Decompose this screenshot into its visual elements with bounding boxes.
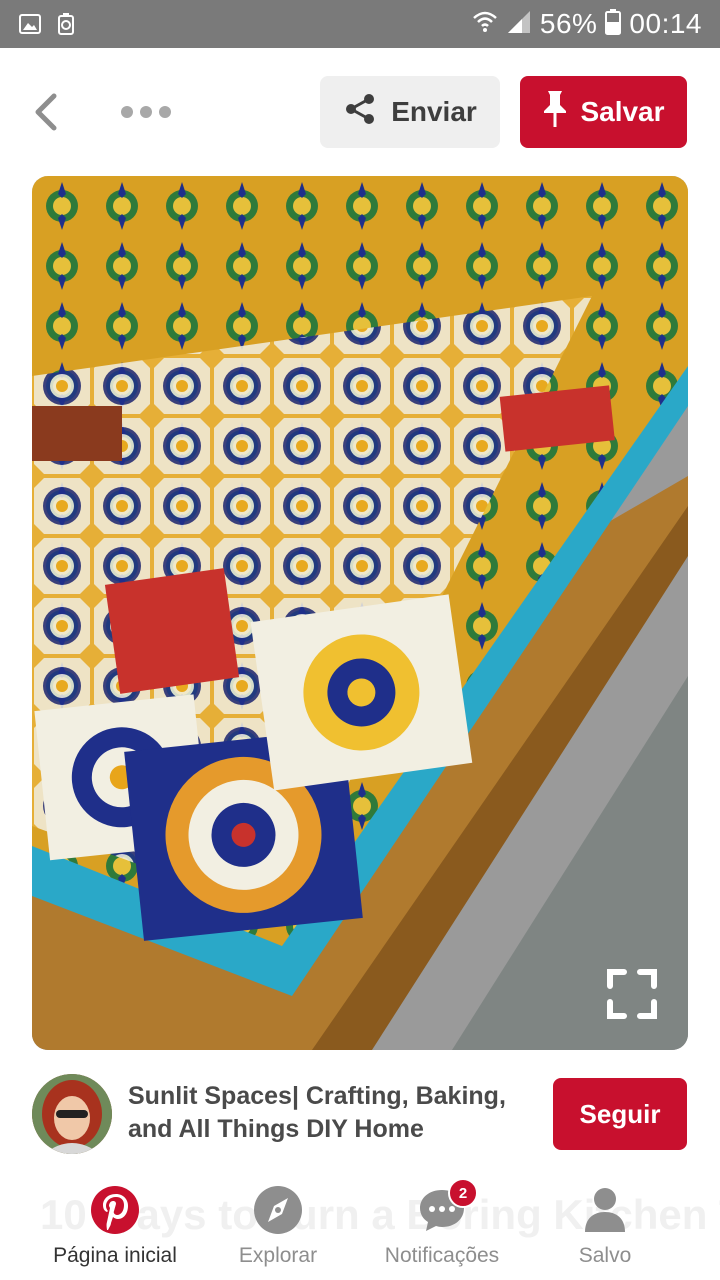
status-bar: 56% 00:14 [0,0,720,48]
pushpin-icon [542,89,568,136]
author-row: Sunlit Spaces| Crafting, Baking, and All… [0,1062,720,1168]
author-name[interactable]: Sunlit Spaces| Crafting, Baking, and All… [128,1080,538,1146]
notification-badge: 2 [448,1178,478,1208]
battery-percent: 56% [539,8,598,39]
nav-explore-label: Explorar [238,1244,318,1267]
nav-saved-label: Salvo [578,1244,632,1267]
image-icon [18,12,42,36]
recycle-icon [54,12,78,36]
wifi-icon [472,9,498,40]
pin-image[interactable] [32,176,688,1050]
save-label: Salvar [580,96,665,127]
back-button[interactable] [26,90,66,134]
nav-explore[interactable]: Explorar [218,1172,338,1280]
pinterest-logo-icon [89,1184,141,1236]
share-icon [343,92,377,133]
chat-bubble-icon: 2 [416,1178,478,1236]
nav-home-label: Página inicial [53,1244,177,1267]
more-dots-icon [121,106,171,118]
clock: 00:14 [629,8,702,39]
save-button[interactable]: Salvar [520,76,687,148]
chevron-left-icon [35,93,57,131]
user-icon [579,1184,631,1236]
expand-icon [607,969,657,1019]
send-label: Enviar [391,96,477,127]
send-button[interactable]: Enviar [320,76,500,148]
signal-icon [506,9,532,40]
nav-notifications-label: Notificações [384,1244,500,1267]
pin-toolbar: Enviar Salvar [0,48,720,173]
bottom-navigation: Página inicial Explorar 2 Notificações S… [0,1172,720,1280]
compass-icon [252,1184,304,1236]
nav-notifications[interactable]: 2 Notificações [366,1172,518,1280]
nav-home[interactable]: Página inicial [40,1172,190,1280]
pin-detail-screen: 56% 00:14 Enviar Salvar Sunlit Spaces| C… [0,0,720,1280]
more-options-button[interactable] [118,100,174,124]
tiled-table-photo [32,176,688,1050]
avatar[interactable] [32,1074,112,1154]
battery-icon [605,8,622,40]
nav-saved[interactable]: Salvo [555,1172,655,1280]
follow-button[interactable]: Seguir [553,1078,687,1150]
expand-button[interactable] [606,968,658,1020]
